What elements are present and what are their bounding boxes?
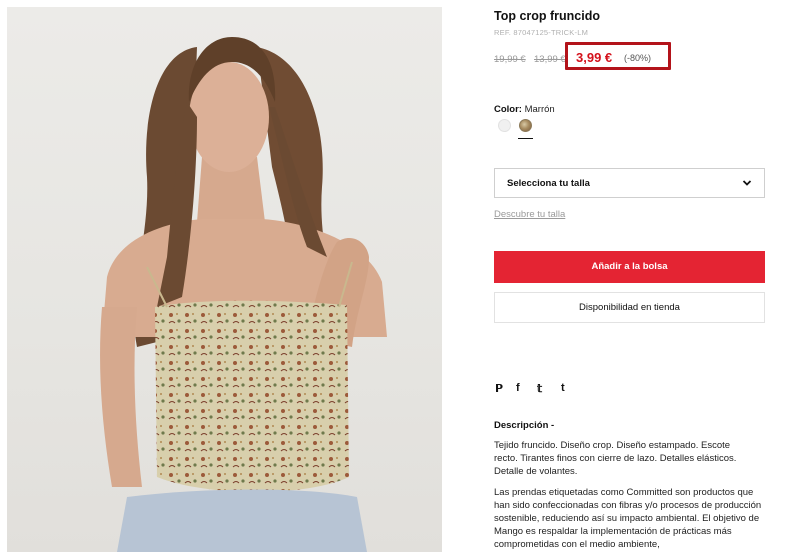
color-label-row: Color: Marrón <box>494 104 555 115</box>
size-select[interactable]: Selecciona tu talla <box>494 168 765 198</box>
size-select-label: Selecciona tu talla <box>507 178 590 189</box>
add-to-bag-button[interactable]: Añadir a la bolsa <box>494 251 765 283</box>
price-highlight-box: 3,99 € (-80%) <box>565 42 671 70</box>
color-value: Marrón <box>524 104 555 115</box>
product-title: Top crop fruncido <box>494 9 601 23</box>
chevron-down-icon <box>742 180 752 186</box>
discount-badge: (-80%) <box>624 53 652 63</box>
model-illustration <box>100 37 387 552</box>
pinterest-icon[interactable]: 𝗣 <box>495 382 503 395</box>
tumblr-icon[interactable]: t <box>561 382 565 394</box>
selected-swatch-underline <box>518 138 533 139</box>
twitter-icon[interactable]: 𝕥 <box>537 382 542 395</box>
description-paragraph-2: Las prendas etiquetadas como Committed s… <box>494 487 762 550</box>
color-swatch-brown[interactable] <box>519 119 532 132</box>
store-availability-button[interactable]: Disponibilidad en tienda <box>494 292 765 323</box>
product-reference: REF. 87047125-TRICK-LM <box>494 28 589 37</box>
color-label: Color: <box>494 104 522 115</box>
original-price: 19,99 € <box>494 54 526 65</box>
size-guide-link[interactable]: Descubre tu talla <box>494 209 565 220</box>
previous-price: 13,99 € <box>534 54 566 65</box>
facebook-icon[interactable]: f <box>516 382 520 394</box>
color-swatch-white[interactable] <box>498 119 511 132</box>
current-price: 3,99 € <box>576 50 613 65</box>
description-title[interactable]: Descripción - <box>494 420 554 431</box>
product-photo[interactable] <box>7 7 442 552</box>
description-paragraph-1: Tejido fruncido. Diseño crop. Diseño est… <box>494 440 737 477</box>
